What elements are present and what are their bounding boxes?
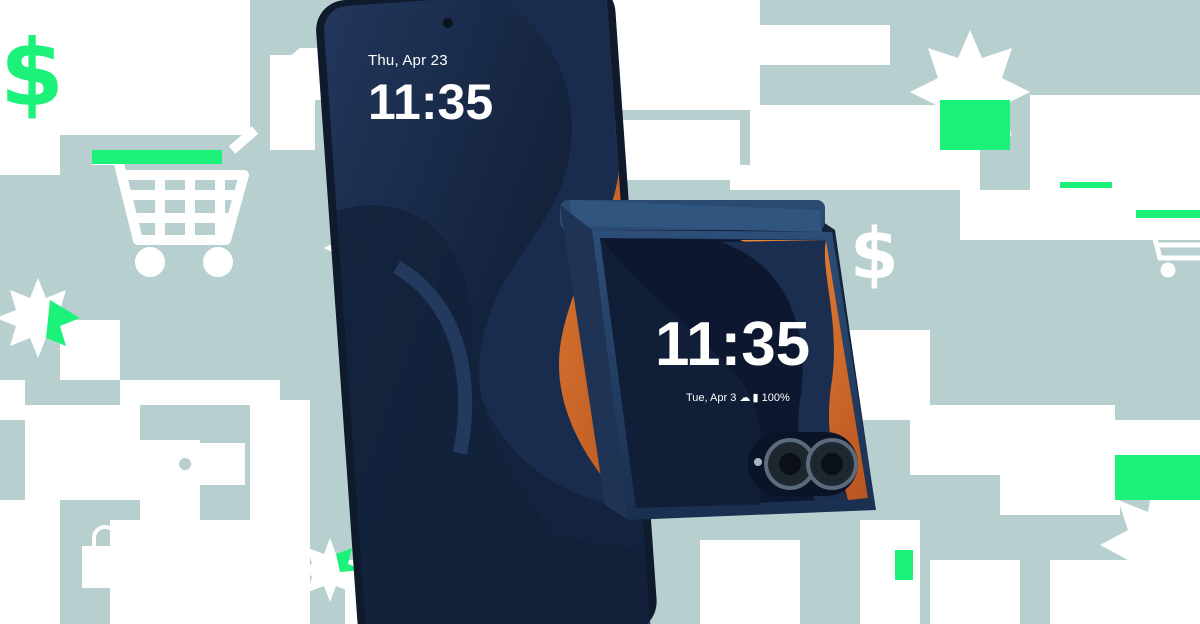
open-phone-clock: 11:35 (368, 74, 494, 130)
dollar-icon: $ (730, 590, 768, 624)
svg-text:$: $ (730, 590, 768, 624)
dollar-icon: $ (850, 213, 899, 295)
cover-screen-date: Tue, Apr 3 (686, 392, 737, 404)
weather-icon: ☁ (739, 392, 751, 404)
dollar-icon: $ (0, 20, 64, 127)
svg-text:$: $ (0, 20, 64, 127)
cover-screen-clock: 11:35 (655, 310, 811, 379)
cover-screen-status: Tue, Apr 3 ☁ ▮ 100% (686, 391, 790, 404)
battery-icon: ▮ (752, 392, 759, 404)
promo-image: $ $ $ Thu, Apr 23 11:35 11:35 Tue, Apr 3… (0, 0, 1200, 624)
cover-screen-battery: 100% (761, 392, 790, 404)
open-phone-date: Thu, Apr 23 (368, 52, 448, 69)
svg-text:$: $ (850, 213, 899, 295)
background-illustration: $ $ $ (0, 0, 1200, 624)
